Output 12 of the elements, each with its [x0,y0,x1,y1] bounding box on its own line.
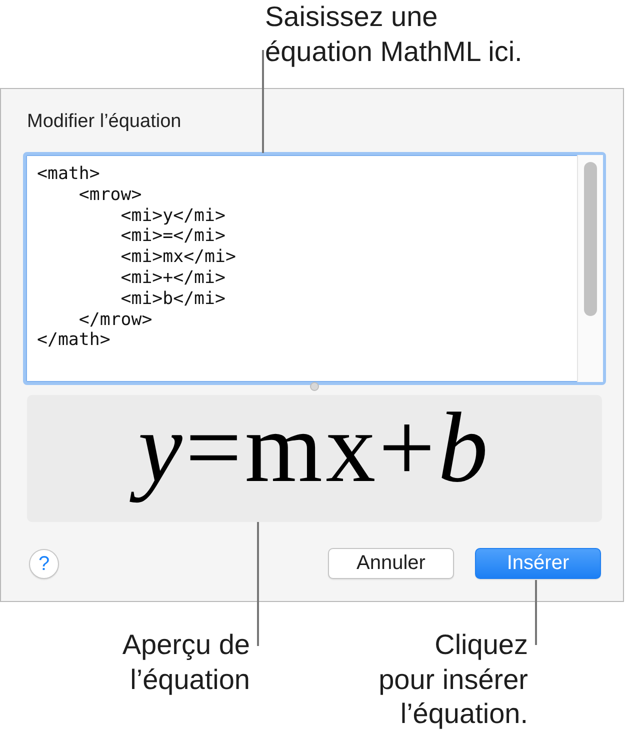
resize-handle[interactable] [310,382,319,391]
scrollbar-thumb[interactable] [584,162,597,316]
callout-text: Saisissez une équation MathML ici. [265,0,522,69]
mathml-input-field[interactable]: <math> <mrow> <mi>y</mi> <mi>=</mi> <mi>mx</mi> <mi>+</mi> <mi>b</mi> </mrow> </math> [23,152,606,385]
scrollbar[interactable] [577,155,603,382]
equation-text: y=mx+b [128,395,501,511]
callout-text: Aperçu de l’équation [122,628,250,697]
cancel-button[interactable]: Annuler [328,548,454,579]
leader-line [535,580,537,645]
callout-text: Cliquez pour insérer l’équation. [378,628,528,731]
dialog-title: Modifier l’équation [27,110,182,134]
help-button[interactable]: ? [29,548,59,578]
